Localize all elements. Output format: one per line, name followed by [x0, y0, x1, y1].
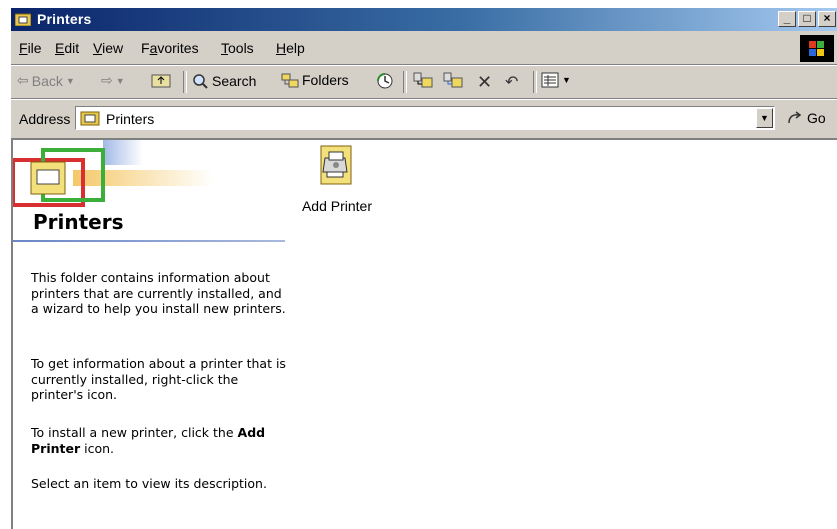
printers-banner-graphic: [13, 140, 213, 207]
search-button[interactable]: Search: [191, 72, 256, 90]
move-to-icon: [413, 72, 433, 88]
delete-button[interactable]: ✕: [477, 72, 492, 93]
menu-favorites[interactable]: Favorites: [141, 40, 199, 56]
search-icon: [193, 74, 208, 89]
back-label: Back: [31, 72, 63, 89]
pane-title: Printers: [33, 210, 124, 234]
menu-help[interactable]: Help: [276, 40, 305, 56]
add-printer-label: Add Printer: [301, 198, 373, 214]
address-dropdown-button[interactable]: ▼: [756, 108, 773, 128]
forward-button[interactable]: ⇨ ▼: [101, 72, 125, 89]
windows-logo-icon: [800, 35, 834, 62]
history-icon: [377, 73, 393, 89]
go-label: Go: [807, 110, 826, 126]
install-tip-end: icon.: [80, 440, 115, 456]
address-label: Address: [19, 111, 71, 127]
chevron-down-icon: ▼: [760, 113, 769, 123]
address-field[interactable]: Printers ▼: [75, 106, 775, 130]
copy-to-button[interactable]: [443, 72, 463, 88]
maximize-button[interactable]: □: [798, 11, 816, 27]
back-arrow-icon: ⇦: [17, 72, 29, 88]
pane-install-tip: To install a new printer, click the Add …: [31, 425, 289, 456]
undo-button[interactable]: ↶: [505, 72, 518, 92]
menu-bar: File Edit View Favorites Tools Help: [11, 32, 837, 65]
back-button[interactable]: ⇦ Back ▼: [17, 72, 75, 89]
search-label: Search: [212, 73, 257, 89]
go-button[interactable]: Go: [786, 110, 826, 126]
folders-icon: [281, 73, 299, 88]
folders-label: Folders: [302, 72, 349, 88]
menu-view[interactable]: View: [93, 40, 123, 56]
printers-folder-icon: [80, 110, 100, 129]
views-dropdown-icon: ▼: [562, 75, 571, 85]
menu-file[interactable]: File: [19, 40, 42, 56]
move-to-button[interactable]: [413, 72, 433, 88]
toolbar-separator: [533, 71, 537, 93]
forward-dropdown-icon: ▼: [115, 75, 125, 86]
folder-content: Printers This folder contains informatio…: [11, 138, 837, 529]
pane-select-hint: Select an item to view its description.: [31, 476, 267, 491]
copy-to-icon: [443, 72, 463, 88]
views-button[interactable]: ▼: [541, 72, 571, 88]
up-folder-button[interactable]: [151, 72, 171, 88]
pane-info-tip: To get information about a printer that …: [31, 356, 286, 402]
window-title: Printers: [37, 11, 92, 27]
toolbar-separator: [403, 71, 407, 93]
printers-folder-icon: [14, 12, 32, 27]
info-pane: Printers This folder contains informatio…: [13, 140, 288, 529]
address-value: Printers: [106, 111, 155, 127]
go-arrow-icon: [788, 111, 802, 124]
folders-button[interactable]: Folders: [281, 72, 349, 88]
title-divider: [13, 240, 285, 242]
toolbar-separator: [183, 71, 187, 93]
close-button[interactable]: ×: [818, 11, 836, 27]
menu-tools[interactable]: Tools: [221, 40, 254, 56]
minimize-button[interactable]: _: [778, 11, 796, 27]
history-button[interactable]: [375, 72, 395, 90]
views-icon: [541, 72, 559, 88]
address-bar: Address Printers ▼ Go: [11, 99, 837, 138]
install-tip-text: To install a new printer, click the: [31, 425, 238, 440]
add-printer-icon: [317, 144, 357, 191]
forward-arrow-icon: ⇨: [101, 72, 113, 88]
title-bar[interactable]: Printers _ □ ×: [11, 8, 837, 31]
undo-icon: ↶: [505, 74, 519, 91]
delete-icon: ✕: [477, 72, 493, 92]
up-folder-icon: [151, 74, 171, 88]
toolbar: ⇦ Back ▼ ⇨ ▼ Search Folders ✕ ↶ ▼: [11, 65, 837, 99]
menu-edit[interactable]: Edit: [55, 40, 79, 56]
explorer-window: Printers _ □ × File Edit View Favorites …: [10, 8, 837, 529]
back-dropdown-icon: ▼: [65, 75, 75, 86]
pane-description: This folder contains information about p…: [31, 270, 286, 316]
